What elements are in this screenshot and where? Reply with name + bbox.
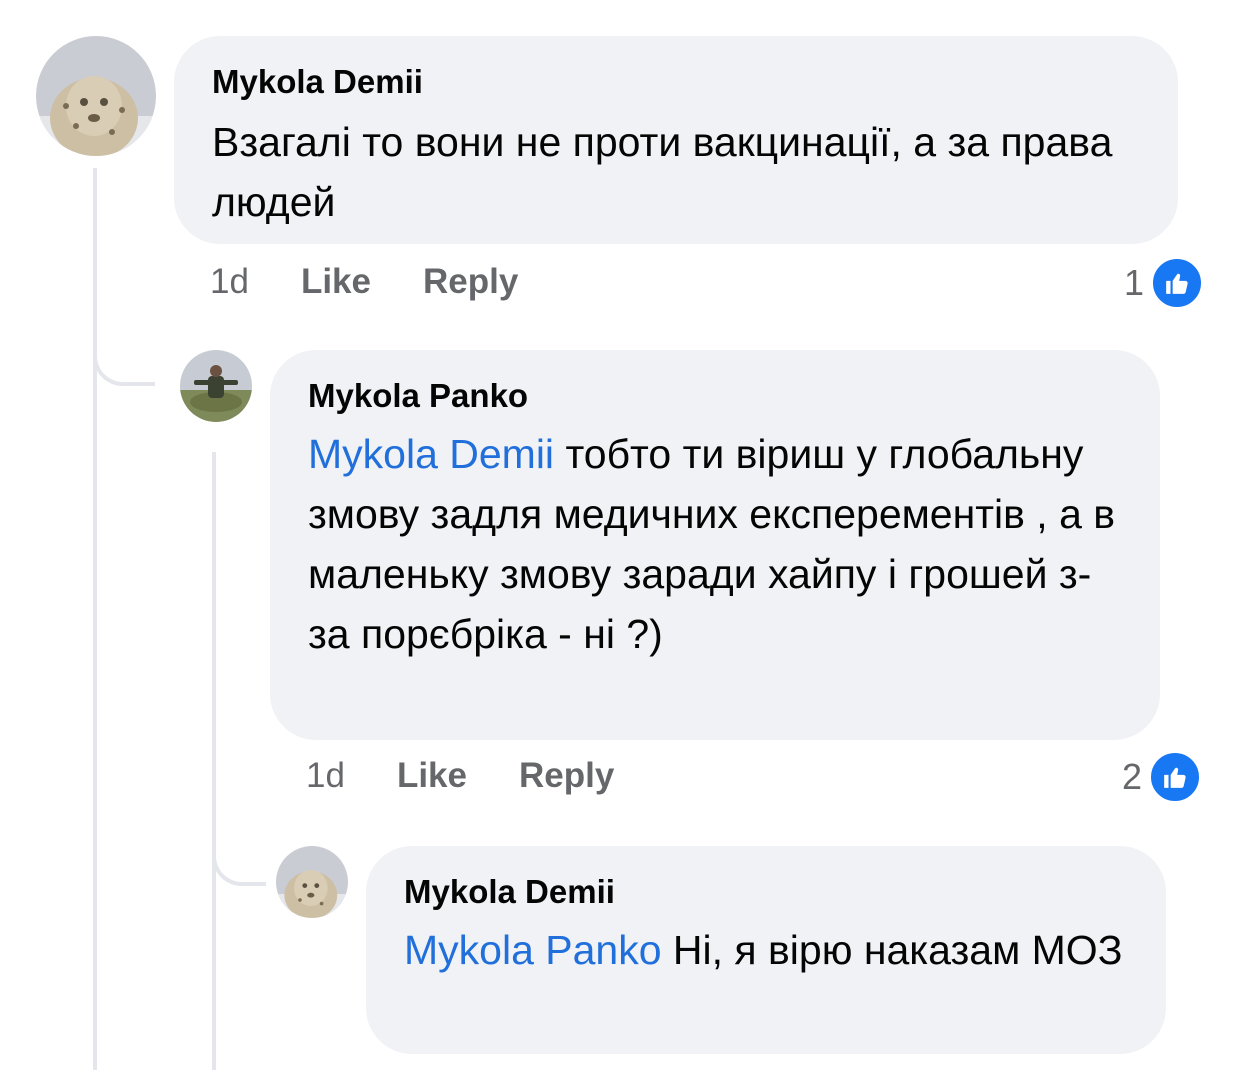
person-sitting-avatar-icon xyxy=(180,350,252,422)
comment-body: Ні, я вірю наказам МОЗ xyxy=(672,927,1123,973)
like-button[interactable]: Like xyxy=(397,756,467,796)
comment-time[interactable]: 1d xyxy=(210,262,249,302)
like-button[interactable]: Like xyxy=(301,262,371,302)
mention-link[interactable]: Mykola Panko xyxy=(404,927,662,973)
snow-leopard-avatar-icon xyxy=(276,846,348,918)
reply-button[interactable]: Reply xyxy=(519,756,614,796)
comment-text: Mykola Panko Ні, я вірю наказам МОЗ xyxy=(404,920,1128,980)
reaction-summary[interactable]: 2 xyxy=(1122,750,1203,804)
reaction-count: 2 xyxy=(1122,756,1143,797)
avatar[interactable] xyxy=(36,36,156,156)
comment-bubble: Mykola Demii Взагалі то вони не проти ва… xyxy=(174,36,1178,244)
comment-text: Mykola Demii тобто ти віриш у глобальну … xyxy=(308,424,1122,664)
mention-link[interactable]: Mykola Demii xyxy=(308,431,554,477)
comment-actions: 1d Like Reply xyxy=(210,262,570,302)
comment-bubble: Mykola Panko Mykola Demii тобто ти віриш… xyxy=(270,350,1160,740)
comment-time[interactable]: 1d xyxy=(306,756,345,796)
comment-author[interactable]: Mykola Demii xyxy=(212,62,1140,102)
reaction-summary[interactable]: 1 xyxy=(1124,256,1205,310)
comment-bubble: Mykola Demii Mykola Panko Ні, я вірю нак… xyxy=(366,846,1166,1054)
comment-author[interactable]: Mykola Demii xyxy=(404,872,1128,912)
thread-connector xyxy=(212,820,266,886)
thread-line-main xyxy=(93,168,97,1070)
reply-button[interactable]: Reply xyxy=(423,262,518,302)
comment-author[interactable]: Mykola Panko xyxy=(308,376,1122,416)
thread-line-reply xyxy=(212,452,216,1070)
avatar[interactable] xyxy=(180,350,252,422)
thread-connector xyxy=(93,330,155,386)
thumbs-up-icon xyxy=(1148,750,1203,804)
comment-actions: 1d Like Reply xyxy=(306,756,666,796)
snow-leopard-avatar-icon xyxy=(36,36,156,156)
comment-text: Взагалі то вони не проти вакцинації, а з… xyxy=(212,119,1113,225)
reaction-count: 1 xyxy=(1124,262,1145,303)
thumbs-up-icon xyxy=(1150,256,1205,310)
avatar[interactable] xyxy=(276,846,348,918)
